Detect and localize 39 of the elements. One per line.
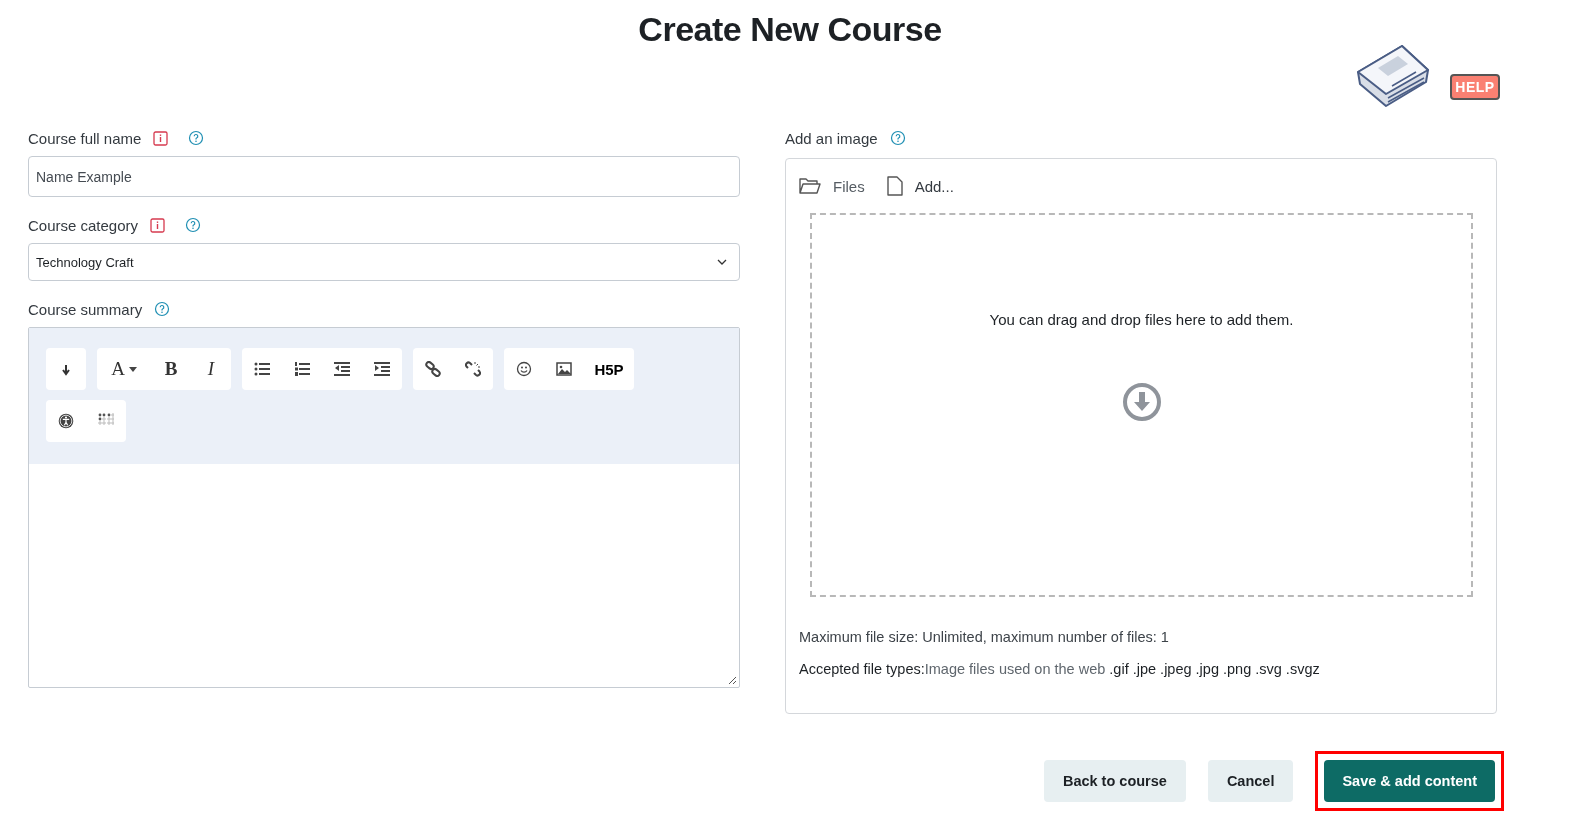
field-label: Course summary bbox=[28, 300, 143, 318]
files-link[interactable]: Files bbox=[799, 177, 865, 195]
secondary-button[interactable]: Back to course bbox=[1043, 760, 1186, 802]
field-label: Course full name bbox=[28, 129, 142, 147]
category-dropdown[interactable]: Technology Craft bbox=[28, 243, 740, 281]
folder-icon bbox=[799, 177, 821, 195]
bold-button[interactable]: B bbox=[151, 348, 191, 390]
add-file-link[interactable]: Add... bbox=[886, 176, 954, 196]
field-label: Add an image bbox=[785, 129, 878, 147]
help-icon[interactable] bbox=[154, 301, 171, 317]
drop-zone[interactable]: You can drag and drop files here to add them. bbox=[810, 213, 1473, 597]
field-label: Course category bbox=[28, 216, 139, 234]
accessibility-icon bbox=[58, 413, 74, 429]
font-style-button[interactable]: A bbox=[97, 348, 151, 390]
numbered-list-icon bbox=[294, 361, 310, 377]
file-icon bbox=[886, 176, 903, 196]
resize-handle-icon[interactable] bbox=[728, 676, 736, 684]
emoji-icon bbox=[516, 361, 532, 377]
bullet-list-icon bbox=[254, 361, 270, 377]
help-icon[interactable] bbox=[188, 130, 205, 146]
secondary-button[interactable]: Cancel bbox=[1207, 760, 1294, 802]
help-icon[interactable] bbox=[185, 217, 202, 233]
image-icon bbox=[556, 361, 572, 377]
accepted-types-note: Accepted file types:Image files used on the web .gif .jpe .jpeg .jpg .png .svg .svgz bbox=[799, 661, 1321, 677]
link-icon bbox=[425, 361, 441, 377]
download-icon bbox=[1121, 382, 1162, 422]
drop-hint: You can drag and drop files here to add them. bbox=[989, 311, 1294, 328]
chevron-icon bbox=[717, 259, 727, 265]
outdent-icon bbox=[334, 361, 350, 377]
file-size-note: Maximum file size: Unlimited, maximum number of files: 1 bbox=[799, 629, 1170, 645]
unlink-icon bbox=[465, 361, 481, 377]
help-label: HELP bbox=[1450, 74, 1500, 100]
page-title: Create New Course bbox=[637, 9, 943, 49]
italic-button[interactable]: I bbox=[191, 348, 231, 390]
save-button[interactable]: Save & add content bbox=[1324, 760, 1495, 802]
caret-icon bbox=[128, 366, 137, 372]
help-icon[interactable] bbox=[889, 130, 906, 146]
indent-icon bbox=[374, 361, 390, 377]
text-field[interactable]: Name Example bbox=[28, 156, 740, 197]
